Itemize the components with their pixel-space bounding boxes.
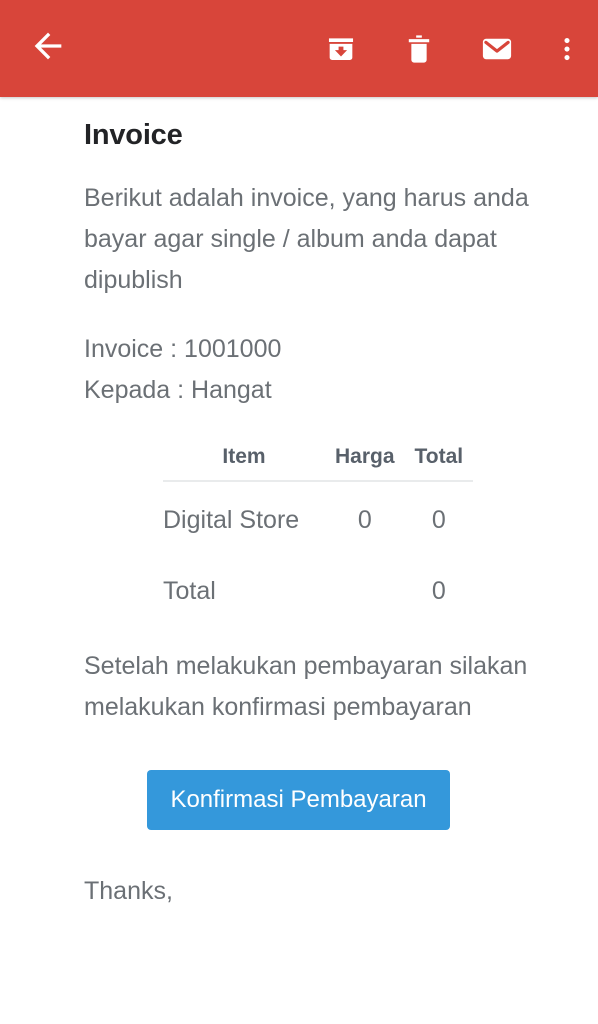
delete-button[interactable] (380, 0, 458, 97)
cell-total-total: 0 (431, 577, 446, 605)
mark-unread-button[interactable] (458, 0, 536, 97)
confirm-payment-button[interactable]: Konfirmasi Pembayaran (147, 770, 450, 830)
more-options-button[interactable] (536, 0, 598, 97)
back-arrow-icon (28, 26, 68, 71)
email-body: Invoice Berikut adalah invoice, yang har… (0, 97, 598, 1024)
archive-icon (324, 32, 358, 66)
cell-item-name: Digital Store (163, 506, 300, 534)
table-row: Digital Store 0 0 (163, 481, 473, 535)
table-header-row: Item Harga Total (163, 445, 474, 482)
invoice-table-head: Item Harga Total (163, 445, 474, 482)
app-toolbar (0, 0, 598, 97)
invoice-number-line: Invoice : 1001000 (84, 335, 282, 363)
toolbar-actions (302, 0, 598, 97)
table-row: Total 0 (163, 535, 473, 606)
recipient-line: Kepada : Hangat (84, 376, 272, 404)
invoice-table-wrapper: Item Harga Total Digital Store 0 0 Total… (0, 411, 598, 606)
cell-item-total: 0 (431, 506, 446, 534)
overflow-menu-icon (552, 34, 582, 64)
column-header-total: Total (404, 445, 474, 482)
column-header-harga: Harga (325, 445, 405, 482)
archive-button[interactable] (302, 0, 380, 97)
invoice-table-body: Digital Store 0 0 Total 0 (163, 481, 473, 606)
signoff-text: Thanks, (84, 877, 173, 905)
invoice-table: Item Harga Total Digital Store 0 0 Total… (163, 445, 474, 606)
back-button[interactable] (0, 26, 96, 71)
cell-item-harga: 0 (357, 506, 372, 534)
cell-total-label: Total (163, 577, 216, 605)
intro-paragraph: Berikut adalah invoice, yang harus anda … (84, 184, 529, 294)
cta-wrapper: Konfirmasi Pembayaran (0, 728, 598, 830)
cell-total-harga (325, 535, 405, 606)
email-subject: Invoice (84, 119, 183, 151)
envelope-icon (479, 31, 515, 67)
confirmation-note: Setelah melakukan pembayaran silakan mel… (84, 652, 528, 721)
column-header-item: Item (163, 445, 325, 482)
trash-icon (402, 32, 436, 66)
invoice-meta: Invoice : 1001000 Kepada : Hangat (0, 301, 598, 411)
